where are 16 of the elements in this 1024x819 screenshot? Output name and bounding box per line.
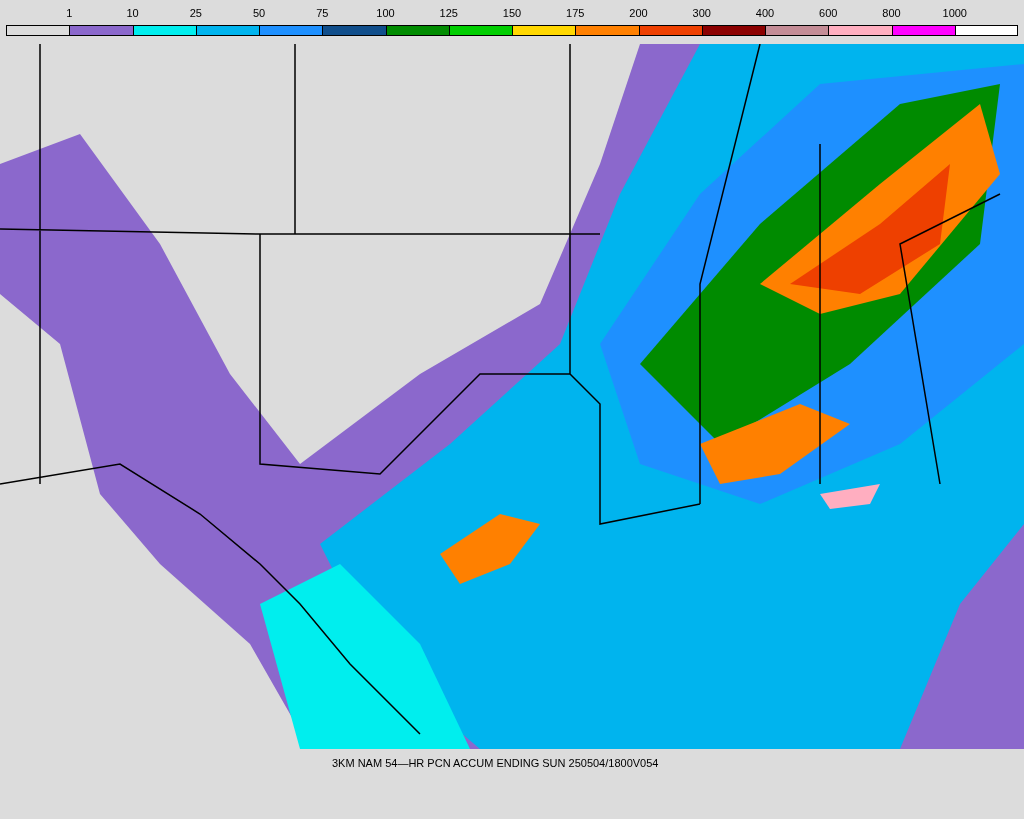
legend-label: 800 xyxy=(882,6,901,21)
legend-label: 400 xyxy=(755,6,775,21)
legend-label: 50 xyxy=(252,6,266,21)
legend-label: 75 xyxy=(316,6,329,21)
legend-label: 175 xyxy=(566,6,585,21)
legend-label: 1 xyxy=(66,6,73,21)
legend-label: 200 xyxy=(629,6,648,21)
legend-label: 10 xyxy=(126,6,139,21)
legend-label: 300 xyxy=(692,6,711,21)
legend-label: 100 xyxy=(376,6,395,21)
map-caption: 3KM NAM 54—HR PCN ACCUM ENDING SUN 250504/1800V054 xyxy=(332,757,659,769)
legend-label: 150 xyxy=(502,6,522,21)
legend-label: 1000 xyxy=(942,6,967,21)
legend-label: 125 xyxy=(439,6,458,21)
legend-label: 600 xyxy=(819,6,838,21)
legend-label: 25 xyxy=(189,6,202,21)
